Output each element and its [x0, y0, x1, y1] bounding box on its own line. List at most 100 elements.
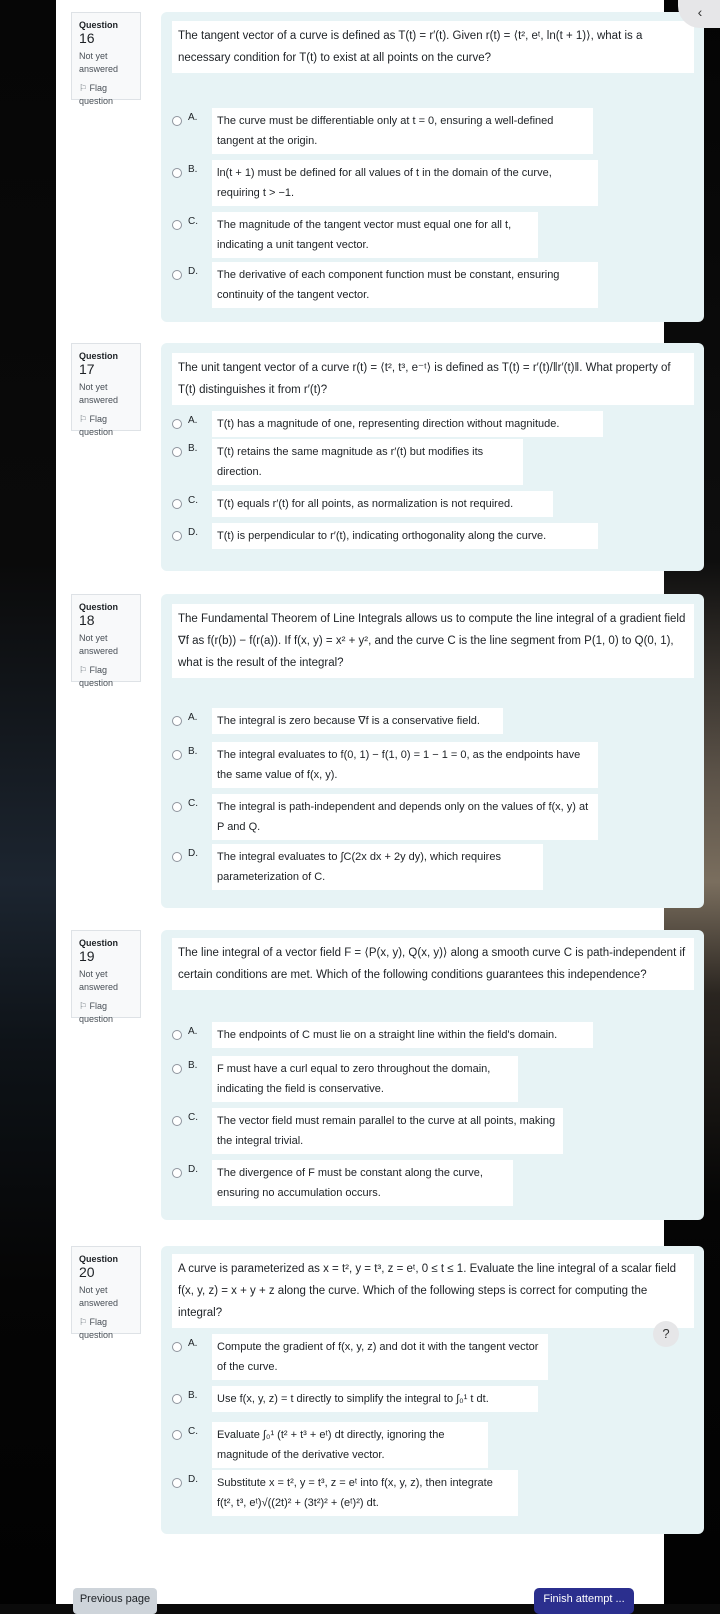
radio-button[interactable] [172, 1116, 182, 1126]
radio-button[interactable] [172, 1430, 182, 1440]
option-b[interactable]: B. Use f(x, y, z) = t directly to simpli… [172, 1386, 612, 1412]
question-info: Question 19 Not yet answered ⚐ Flag ques… [71, 930, 141, 1024]
question-mark-icon: ? [662, 1326, 670, 1341]
radio-button[interactable] [172, 1394, 182, 1404]
option-text: T(t) is perpendicular to r′(t), indicati… [212, 523, 598, 549]
option-d[interactable]: D. The divergence of F must be constant … [172, 1160, 612, 1206]
flag-icon: ⚐ [79, 83, 88, 93]
option-b[interactable]: B. F must have a curl equal to zero thro… [172, 1056, 612, 1102]
option-text: T(t) equals r′(t) for all points, as nor… [212, 491, 553, 517]
question-content: A curve is parameterized as x = t², y = … [161, 1246, 704, 1534]
flag-question-button[interactable]: ⚐ Flag question [79, 1000, 133, 1026]
flag-question-button[interactable]: ⚐ Flag question [79, 1316, 133, 1342]
question-text: The Fundamental Theorem of Line Integral… [172, 604, 694, 678]
option-a[interactable]: A. T(t) has a magnitude of one, represen… [172, 411, 612, 437]
question-info: Question 16 Not yet answered ⚐ Flag ques… [71, 12, 141, 106]
option-text: The vector field must remain parallel to… [212, 1108, 563, 1154]
question-content: The line integral of a vector field F = … [161, 930, 704, 1220]
previous-page-button[interactable]: Previous page [73, 1588, 157, 1614]
radio-button[interactable] [172, 531, 182, 541]
option-d[interactable]: D. Substitute x = t², y = t³, z = eᵗ int… [172, 1470, 612, 1516]
option-text: The derivative of each component functio… [212, 262, 598, 308]
question-number: Question 16 [79, 20, 119, 46]
question-number: Question 18 [79, 602, 119, 628]
option-d[interactable]: D. The derivative of each component func… [172, 262, 612, 308]
option-text: T(t) has a magnitude of one, representin… [212, 411, 603, 437]
option-a[interactable]: A. The curve must be differentiable only… [172, 108, 612, 154]
option-c[interactable]: C. T(t) equals r′(t) for all points, as … [172, 491, 612, 517]
option-text: Use f(x, y, z) = t directly to simplify … [212, 1386, 538, 1412]
option-text: T(t) retains the same magnitude as r′(t)… [212, 439, 523, 485]
radio-button[interactable] [172, 1342, 182, 1352]
question-number: Question 19 [79, 938, 119, 964]
question-text: The unit tangent vector of a curve r(t) … [172, 353, 694, 405]
background-left [0, 0, 56, 1604]
question-status: Not yet answered [79, 969, 119, 992]
radio-button[interactable] [172, 116, 182, 126]
question-status: Not yet answered [79, 1285, 119, 1308]
radio-button[interactable] [172, 1168, 182, 1178]
option-a[interactable]: A. The endpoints of C must lie on a stra… [172, 1022, 612, 1048]
option-b[interactable]: B. The integral evaluates to f(0, 1) − f… [172, 742, 612, 788]
flag-question-button[interactable]: ⚐ Flag question [79, 413, 133, 439]
flag-question-button[interactable]: ⚐ Flag question [79, 82, 133, 108]
option-text: The divergence of F must be constant alo… [212, 1160, 513, 1206]
chevron-left-icon: ‹ [697, 4, 703, 20]
flag-icon: ⚐ [79, 1317, 88, 1327]
flag-icon: ⚐ [79, 1001, 88, 1011]
radio-button[interactable] [172, 1064, 182, 1074]
question-text: The line integral of a vector field F = … [172, 938, 694, 990]
option-a[interactable]: A. Compute the gradient of f(x, y, z) an… [172, 1334, 612, 1380]
radio-button[interactable] [172, 447, 182, 457]
question-content: The tangent vector of a curve is defined… [161, 12, 704, 322]
radio-button[interactable] [172, 220, 182, 230]
question-info: Question 17 Not yet answered ⚐ Flag ques… [71, 343, 141, 437]
option-c[interactable]: C. The vector field must remain parallel… [172, 1108, 612, 1154]
question-text: The tangent vector of a curve is defined… [172, 21, 694, 73]
question-number: Question 20 [79, 1254, 119, 1280]
option-c[interactable]: C. The magnitude of the tangent vector m… [172, 212, 612, 258]
radio-button[interactable] [172, 1478, 182, 1488]
flag-icon: ⚐ [79, 414, 88, 424]
option-text: The curve must be differentiable only at… [212, 108, 593, 154]
option-text: The integral is path-independent and dep… [212, 794, 598, 840]
radio-button[interactable] [172, 270, 182, 280]
radio-button[interactable] [172, 750, 182, 760]
question-info: Question 20 Not yet answered ⚐ Flag ques… [71, 1246, 141, 1340]
question-content: The unit tangent vector of a curve r(t) … [161, 343, 704, 571]
option-a[interactable]: A. The integral is zero because ∇f is a … [172, 708, 612, 734]
option-c[interactable]: C. Evaluate ∫₀¹ (t² + t³ + eᵗ) dt direct… [172, 1422, 612, 1468]
radio-button[interactable] [172, 499, 182, 509]
finish-attempt-button[interactable]: Finish attempt ... [534, 1588, 634, 1614]
help-button[interactable]: ? [653, 1321, 679, 1347]
quiz-page: Question 16 Not yet answered ⚐ Flag ques… [56, 0, 704, 1614]
flag-question-button[interactable]: ⚐ Flag question [79, 664, 133, 690]
option-text: Compute the gradient of f(x, y, z) and d… [212, 1334, 548, 1380]
radio-button[interactable] [172, 852, 182, 862]
option-text: The integral evaluates to ∫C(2x dx + 2y … [212, 844, 543, 890]
option-b[interactable]: B. ln(t + 1) must be defined for all val… [172, 160, 612, 206]
radio-button[interactable] [172, 419, 182, 429]
option-text: ln(t + 1) must be defined for all values… [212, 160, 598, 206]
question-text: A curve is parameterized as x = t², y = … [172, 1254, 694, 1328]
radio-button[interactable] [172, 716, 182, 726]
question-content: The Fundamental Theorem of Line Integral… [161, 594, 704, 908]
option-d[interactable]: D. The integral evaluates to ∫C(2x dx + … [172, 844, 612, 890]
option-c[interactable]: C. The integral is path-independent and … [172, 794, 612, 840]
radio-button[interactable] [172, 168, 182, 178]
option-text: The integral is zero because ∇f is a con… [212, 708, 503, 734]
radio-button[interactable] [172, 802, 182, 812]
option-text: The magnitude of the tangent vector must… [212, 212, 538, 258]
question-status: Not yet answered [79, 633, 119, 656]
radio-button[interactable] [172, 1030, 182, 1040]
option-b[interactable]: B. T(t) retains the same magnitude as r′… [172, 439, 612, 485]
question-status: Not yet answered [79, 382, 119, 405]
option-text: Evaluate ∫₀¹ (t² + t³ + eᵗ) dt directly,… [212, 1422, 488, 1468]
question-status: Not yet answered [79, 51, 119, 74]
option-text: The integral evaluates to f(0, 1) − f(1,… [212, 742, 598, 788]
option-d[interactable]: D. T(t) is perpendicular to r′(t), indic… [172, 523, 612, 549]
option-text: The endpoints of C must lie on a straigh… [212, 1022, 593, 1048]
question-number: Question 17 [79, 351, 119, 377]
flag-icon: ⚐ [79, 665, 88, 675]
option-text: F must have a curl equal to zero through… [212, 1056, 518, 1102]
